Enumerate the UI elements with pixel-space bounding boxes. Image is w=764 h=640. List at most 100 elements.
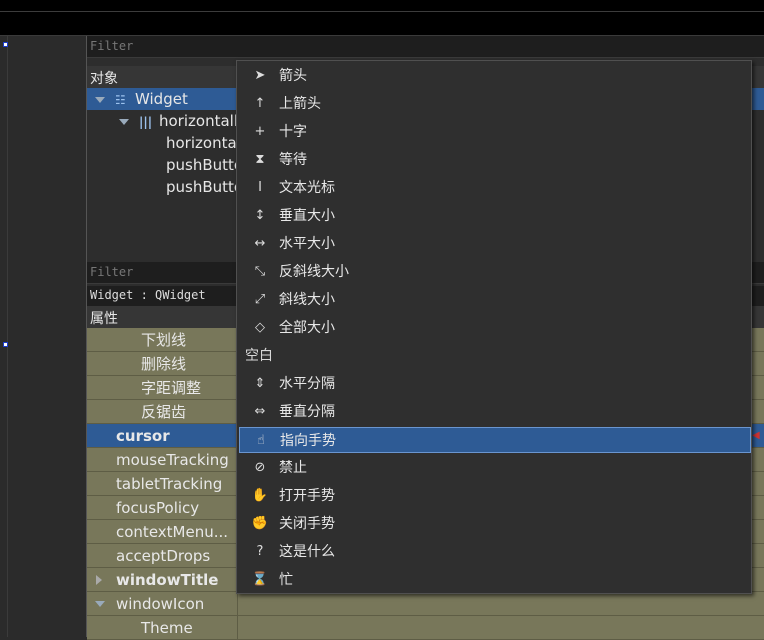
property-row[interactable]: focusPolicy — [87, 496, 237, 520]
property-name: acceptDrops — [116, 547, 211, 565]
property-name: cursor — [116, 427, 170, 445]
menu-item-label: 斜线大小 — [279, 292, 335, 308]
ibeam-cursor-icon: I — [258, 180, 262, 195]
menu-item-label: 文本光标 — [279, 180, 335, 196]
up-arrow-cursor-icon: ↑ — [254, 96, 266, 111]
property-name: mouseTracking — [116, 451, 229, 469]
menu-item-label: 垂直分隔 — [279, 404, 335, 420]
menu-item[interactable]: ↕ 垂直大小 — [239, 203, 751, 229]
menu-item-label: 水平分隔 — [279, 376, 335, 392]
menu-item[interactable]: I 文本光标 — [239, 175, 751, 201]
property-row[interactable]: 反锯齿 — [87, 400, 237, 424]
menu-item[interactable]: ⤢ 斜线大小 — [239, 287, 751, 313]
property-name: windowIcon — [116, 595, 205, 613]
menu-item-label: 等待 — [279, 152, 307, 168]
property-row[interactable]: acceptDrops — [87, 544, 237, 568]
property-name: contextMenu... — [116, 523, 229, 541]
property-row[interactable]: 删除线 — [87, 352, 237, 376]
tree-item-label: pushButto — [166, 178, 244, 196]
menu-item[interactable]: ✊ 关闭手势 — [239, 511, 751, 537]
top-bar-divider — [0, 11, 764, 12]
selection-handle[interactable] — [3, 342, 8, 347]
forbidden-icon: ⊘ — [254, 460, 266, 475]
object-filter-input[interactable]: Filter — [87, 36, 764, 58]
expand-arrow-icon[interactable] — [119, 118, 129, 125]
menu-item[interactable]: ⤡ 反斜线大小 — [239, 259, 751, 285]
menu-item-label: 垂直大小 — [279, 208, 335, 224]
tree-item-label: pushButto — [166, 156, 244, 174]
menu-item-label: 全部大小 — [279, 320, 335, 336]
arrow-cursor-icon: ➤ — [254, 68, 266, 83]
menu-section-header: 空白 — [245, 348, 273, 364]
property-row[interactable]: windowIcon — [87, 592, 237, 616]
menu-item[interactable]: ? 这是什么 — [239, 539, 751, 565]
form-canvas[interactable] — [0, 36, 86, 637]
menu-item[interactable]: ☝ 指向手势 — [239, 427, 751, 453]
split-horizontal-icon: ⇕ — [254, 376, 266, 391]
property-name: windowTitle — [116, 571, 219, 589]
property-name: tabletTracking — [116, 475, 223, 493]
collapse-arrow-icon[interactable] — [95, 601, 105, 607]
resize-all-icon: ◇ — [255, 320, 265, 335]
menu-item-label: 禁止 — [279, 460, 307, 476]
menu-item[interactable]: ⇕ 水平分隔 — [239, 371, 751, 397]
property-row[interactable]: 字距调整 — [87, 376, 237, 400]
menu-item[interactable]: + 十字 — [239, 119, 751, 145]
canvas-guide-line — [7, 36, 8, 637]
property-value[interactable] — [237, 616, 764, 640]
property-row[interactable]: cursor — [87, 424, 237, 448]
property-value[interactable] — [237, 592, 764, 616]
tree-item-label: horizontal — [166, 134, 241, 152]
resize-horizontal-icon: ↔ — [254, 236, 266, 251]
split-vertical-icon: ⇔ — [254, 404, 266, 419]
open-hand-icon: ✋ — [251, 488, 269, 503]
menu-item[interactable]: ⌛ 忙 — [239, 567, 751, 593]
resize-vertical-icon: ↕ — [254, 208, 266, 223]
widget-icon: ☷ — [115, 93, 126, 107]
menu-item[interactable]: ◇ 全部大小 — [239, 315, 751, 341]
menu-item-label: 反斜线大小 — [279, 264, 349, 280]
cross-cursor-icon: + — [254, 124, 266, 139]
property-name: 下划线 — [141, 331, 187, 349]
property-name: 反锯齿 — [141, 403, 187, 421]
menu-item-label: 上箭头 — [279, 96, 321, 112]
property-name: 字距调整 — [141, 379, 202, 397]
menu-item[interactable]: ⇔ 垂直分隔 — [239, 399, 751, 425]
whats-this-icon: ? — [256, 544, 264, 559]
menu-item[interactable]: ↑ 上箭头 — [239, 91, 751, 117]
tree-item-label: Widget — [135, 90, 188, 108]
menu-item-label: 指向手势 — [280, 433, 336, 449]
hourglass-cursor-icon: ⧗ — [255, 152, 265, 167]
property-row[interactable]: 下划线 — [87, 328, 237, 352]
property-name: focusPolicy — [116, 499, 200, 517]
property-row[interactable]: tabletTracking — [87, 472, 237, 496]
property-row[interactable]: mouseTracking — [87, 448, 237, 472]
closed-hand-icon: ✊ — [251, 516, 269, 531]
menu-item-label: 水平大小 — [279, 236, 335, 252]
menu-item-label: 打开手势 — [279, 488, 335, 504]
property-row[interactable]: Theme — [87, 616, 237, 640]
menu-item-label: 关闭手势 — [279, 516, 335, 532]
expand-arrow-icon[interactable] — [95, 96, 105, 103]
menu-item-label: 箭头 — [279, 68, 307, 84]
top-bar — [0, 0, 764, 36]
menu-item[interactable]: ➤ 箭头 — [239, 63, 751, 89]
property-name: 删除线 — [141, 355, 187, 373]
property-row[interactable]: windowTitle — [87, 568, 237, 592]
expand-arrow-icon[interactable] — [96, 575, 102, 585]
menu-item[interactable]: ⧗ 等待 — [239, 147, 751, 173]
menu-item-label: 这是什么 — [279, 544, 335, 560]
property-name: Theme — [141, 619, 193, 637]
menu-item-label: 忙 — [279, 572, 293, 588]
menu-item-label: 十字 — [279, 124, 307, 140]
reset-icon[interactable]: ◀ — [752, 430, 764, 441]
pointing-hand-icon: ☝ — [257, 433, 265, 448]
menu-item[interactable]: ✋ 打开手势 — [239, 483, 751, 509]
tree-item-label: horizontall — [159, 112, 238, 130]
resize-backslash-icon: ⤡ — [254, 264, 266, 279]
property-row[interactable]: contextMenu... — [87, 520, 237, 544]
selection-handle[interactable] — [3, 42, 8, 47]
menu-item[interactable]: ↔ 水平大小 — [239, 231, 751, 257]
menu-item[interactable]: ⊘ 禁止 — [239, 455, 751, 481]
layout-icon: ||| — [139, 115, 153, 129]
